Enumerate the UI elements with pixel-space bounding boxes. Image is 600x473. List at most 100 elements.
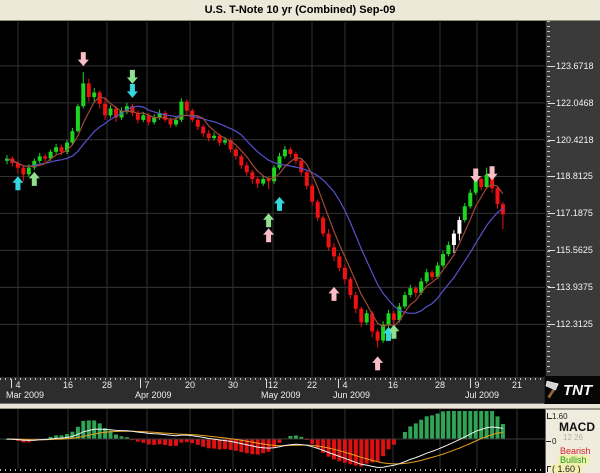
candle-body — [43, 156, 47, 158]
price-axis[interactable]: 123.6718122.0468120.4218118.8125117.1875… — [545, 21, 600, 377]
macd-zero-label: 0 — [552, 437, 556, 446]
candle-body — [310, 186, 314, 202]
candle-body — [27, 168, 31, 175]
signal-arrow-down-green — [127, 70, 138, 84]
macd-params: 12 26 — [563, 433, 583, 442]
price-axis-label: 117.1875 — [548, 208, 593, 218]
candle-body — [337, 256, 341, 267]
signal-arrow-up-cyan — [12, 176, 23, 190]
month-label: Mar 2009 — [6, 390, 44, 400]
date-tick-label: 16 — [63, 380, 73, 390]
pane-splitter[interactable] — [0, 403, 600, 409]
candle-body — [288, 149, 292, 154]
macd-legend-panel: 1.60 MACD 12 26 0 Bearish Bullish ( 1.60… — [545, 409, 600, 473]
candle-body — [54, 147, 58, 152]
date-tick-label: 4 — [342, 380, 347, 390]
candle-body — [430, 272, 434, 277]
candle-body — [81, 83, 85, 106]
candle-body — [196, 120, 200, 127]
candle-body — [327, 234, 331, 248]
date-tick-label: 9 — [474, 380, 479, 390]
month-tick — [470, 379, 471, 388]
zero-tick-icon — [546, 441, 551, 442]
candle-body — [92, 93, 96, 98]
candle-body — [250, 172, 254, 179]
signal-arrow-up-green — [263, 213, 274, 227]
date-tick-label: 22 — [307, 380, 317, 390]
price-axis-label: 113.9375 — [548, 282, 593, 292]
candle-body — [283, 149, 287, 156]
price-axis-label: 122.0468 — [548, 98, 594, 108]
candle-body — [109, 109, 113, 116]
candle-body — [239, 156, 243, 165]
candle-body — [452, 234, 456, 245]
moving-average-fast — [7, 97, 503, 327]
date-tick-label: 4 — [15, 380, 20, 390]
candle-body — [256, 179, 260, 184]
candle-body — [103, 104, 107, 115]
month-label: Jul 2009 — [465, 390, 499, 400]
price-axis-label: 120.4218 — [548, 135, 594, 145]
candle-body — [76, 106, 80, 131]
candle-body — [496, 188, 500, 204]
logo-text: TNT — [563, 382, 592, 399]
date-tick-label: 21 — [512, 380, 522, 390]
candle-body — [272, 168, 276, 182]
candle-body — [387, 313, 391, 324]
date-tick-label: 16 — [388, 380, 398, 390]
candlesticks[interactable] — [5, 72, 505, 347]
signal-arrow-down-pink — [78, 52, 89, 66]
candle-body — [174, 120, 178, 125]
candle-body — [223, 140, 227, 142]
month-tick — [266, 379, 267, 388]
candle-body — [218, 136, 222, 143]
candle-body — [463, 206, 467, 220]
chart-title: U.S. T-Note 10 yr (Combined) Sep-09 — [205, 4, 396, 16]
candle-body — [392, 313, 396, 320]
candle-body — [152, 118, 156, 123]
candle-body — [278, 156, 282, 167]
candle-body — [141, 115, 145, 120]
price-axis-label: 112.3125 — [548, 319, 593, 329]
window-titlebar: U.S. T-Note 10 yr (Combined) Sep-09 — [0, 0, 600, 21]
date-tick-label: 20 — [185, 380, 195, 390]
date-tick-label: 28 — [102, 380, 112, 390]
candle-body — [403, 295, 407, 306]
date-axis[interactable]: 4Mar 200916287Apr 2009203012May 2009224J… — [0, 377, 545, 403]
candle-body — [60, 147, 64, 152]
candle-body — [305, 172, 309, 186]
macd-current-value: ( 1.60 ) — [551, 464, 582, 473]
candle-body — [414, 288, 418, 293]
candle-body — [376, 332, 380, 341]
candle-body — [408, 288, 412, 295]
candle-body — [70, 131, 74, 142]
price-axis-label: 118.8125 — [548, 171, 593, 181]
candle-body — [343, 268, 347, 279]
candle-body — [441, 254, 445, 265]
candle-body — [299, 161, 303, 172]
date-tick-label: 30 — [228, 380, 238, 390]
candle-body — [21, 168, 25, 175]
hatchet-icon — [545, 379, 562, 401]
candle-body — [321, 218, 325, 234]
candle-body — [169, 120, 173, 125]
date-tick-label: 28 — [435, 380, 445, 390]
candle-body — [332, 247, 336, 256]
candle-body — [207, 134, 211, 139]
candle-body — [245, 165, 249, 172]
month-label: Apr 2009 — [135, 390, 172, 400]
month-tick — [11, 379, 12, 388]
candle-body — [446, 245, 450, 254]
signal-arrow-up-pink — [329, 287, 340, 301]
month-tick — [338, 379, 339, 388]
macd-axis-minor-ticks — [0, 469, 545, 471]
candle-body — [212, 136, 216, 138]
candle-body — [87, 83, 91, 97]
candle-body — [201, 127, 205, 134]
candle-body — [485, 175, 489, 188]
price-axis-label: 115.5625 — [548, 245, 593, 255]
candle-body — [234, 149, 238, 156]
signal-arrow-up-pink — [372, 356, 383, 370]
signal-arrow-up-pink — [263, 228, 274, 242]
candle-body — [359, 309, 363, 323]
